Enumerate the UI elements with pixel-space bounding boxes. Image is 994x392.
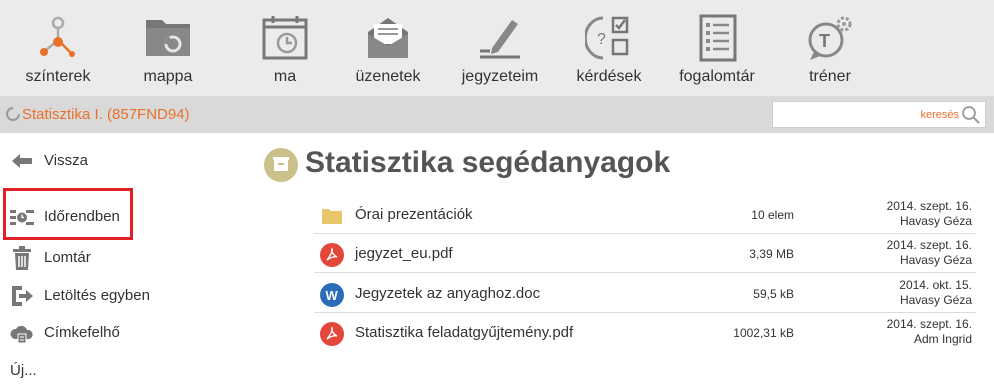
file-row[interactable]: Statisztika feladatgyűjtemény.pdf 1002,3… [314, 314, 976, 352]
search-icon[interactable] [961, 105, 981, 125]
nav-label: színterek [25, 68, 91, 85]
nav-label: üzenetek [355, 68, 421, 85]
pencil-icon [480, 20, 520, 59]
svg-text:W: W [326, 288, 339, 303]
file-size: 59,5 kB [753, 287, 794, 301]
nav-label: kérdések [576, 68, 642, 85]
nav-label: ma [273, 68, 297, 85]
nav-kerdesek[interactable]: ? kérdések [554, 0, 664, 96]
folder-icon [146, 20, 190, 56]
search-input[interactable] [779, 106, 959, 124]
file-date: 2014. szept. 16. [886, 238, 972, 252]
highlight-box [3, 188, 133, 240]
file-meta: 2014. szept. 16. Havasy Géza [887, 238, 972, 268]
nav-trener[interactable]: T tréner [775, 0, 885, 96]
sidebar-item-label: Vissza [44, 152, 88, 169]
sidebar-item-label: Új... [10, 362, 37, 379]
quiz-icon: ? [585, 16, 629, 60]
trash-icon [13, 246, 31, 270]
file-name[interactable]: Statisztika feladatgyűjtemény.pdf [355, 324, 573, 341]
sidebar-item-label: Lomtár [44, 249, 91, 266]
nav-label: tréner [809, 68, 851, 85]
file-date: 2014. szept. 16. [886, 199, 972, 213]
pdf-icon [320, 322, 344, 346]
svg-text:T: T [819, 31, 830, 51]
file-meta: 2014. szept. 16. Havasy Géza [887, 199, 972, 229]
nav-label: mappa [143, 68, 193, 85]
nav-jegyzeteim[interactable]: jegyzeteim [445, 0, 555, 96]
folder-icon [322, 209, 342, 224]
envelope-icon [368, 18, 408, 58]
page-title: Statisztika segédanyagok [305, 146, 671, 179]
file-row[interactable]: Órai prezentációk 10 elem 2014. szept. 1… [314, 196, 976, 234]
svg-text:?: ? [597, 31, 606, 48]
file-row[interactable]: jegyzet_eu.pdf 3,39 MB 2014. szept. 16. … [314, 235, 976, 273]
file-meta: 2014. okt. 15. Havasy Géza [899, 278, 972, 308]
nav-fogalomtar[interactable]: fogalomtár [662, 0, 772, 96]
nav-label: fogalomtár [679, 68, 755, 85]
file-size: 3,39 MB [749, 247, 794, 261]
word-icon: W [320, 283, 344, 307]
trainer-icon: T [808, 16, 852, 60]
file-row[interactable]: W Jegyzetek az anyaghoz.doc 59,5 kB 2014… [314, 275, 976, 313]
folder-archive-icon [264, 148, 298, 182]
file-author: Havasy Géza [899, 253, 972, 267]
file-size: 1002,31 kB [733, 326, 794, 340]
arrow-left-icon [12, 154, 32, 168]
file-date: 2014. szept. 16. [886, 317, 972, 331]
file-name[interactable]: Órai prezentációk [355, 206, 473, 223]
file-date: 2014. okt. 15. [899, 278, 972, 292]
nav-mappa[interactable]: mappa [113, 0, 223, 96]
breadcrumb[interactable]: Statisztika I. (857FND94) [22, 106, 190, 123]
nav-ma[interactable]: ma [230, 0, 340, 96]
sidebar-item-label: Letöltés egyben [44, 287, 150, 304]
network-icon [40, 16, 75, 57]
file-author: Adm Ingrid [913, 332, 972, 346]
pdf-icon [320, 243, 344, 267]
file-author: Havasy Géza [899, 293, 972, 307]
search-box [772, 101, 986, 128]
tag-cloud-icon [10, 325, 33, 344]
nav-label: jegyzeteim [461, 68, 539, 85]
glossary-icon [699, 14, 737, 62]
calendar-clock-icon [262, 16, 308, 60]
nav-uzenetek[interactable]: üzenetek [333, 0, 443, 96]
file-meta: 2014. szept. 16. Adm Ingrid [887, 317, 972, 347]
file-size: 10 elem [751, 208, 794, 222]
file-name[interactable]: jegyzet_eu.pdf [355, 245, 453, 262]
nav-szinterek[interactable]: színterek [3, 0, 113, 96]
file-author: Havasy Géza [899, 214, 972, 228]
file-name[interactable]: Jegyzetek az anyaghoz.doc [355, 285, 540, 302]
download-icon [12, 286, 33, 306]
sidebar-item-label: Címkefelhő [44, 324, 120, 341]
top-navigation: színterek mappa ma üzenetek jegyzeteim ?… [0, 0, 994, 96]
refresh-icon [6, 107, 20, 121]
